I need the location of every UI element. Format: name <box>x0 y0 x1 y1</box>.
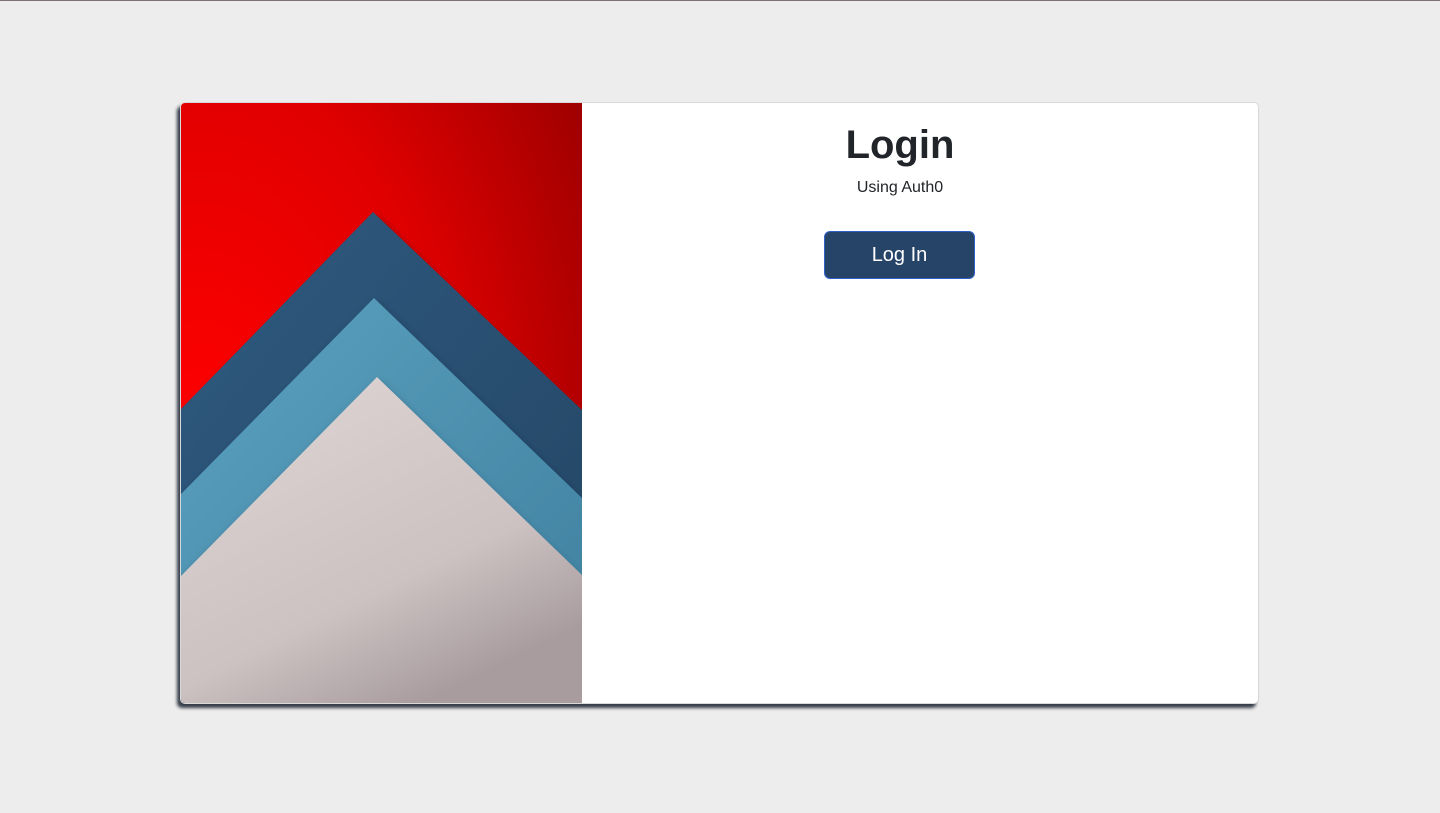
hero-image <box>181 103 582 703</box>
page-title: Login <box>845 123 955 167</box>
login-panel: Login Using Auth0 Log In <box>582 103 1258 703</box>
top-border <box>0 0 1440 1</box>
page-subtitle: Using Auth0 <box>856 179 944 196</box>
login-card: Login Using Auth0 Log In <box>180 102 1259 704</box>
login-button[interactable]: Log In <box>824 231 975 279</box>
